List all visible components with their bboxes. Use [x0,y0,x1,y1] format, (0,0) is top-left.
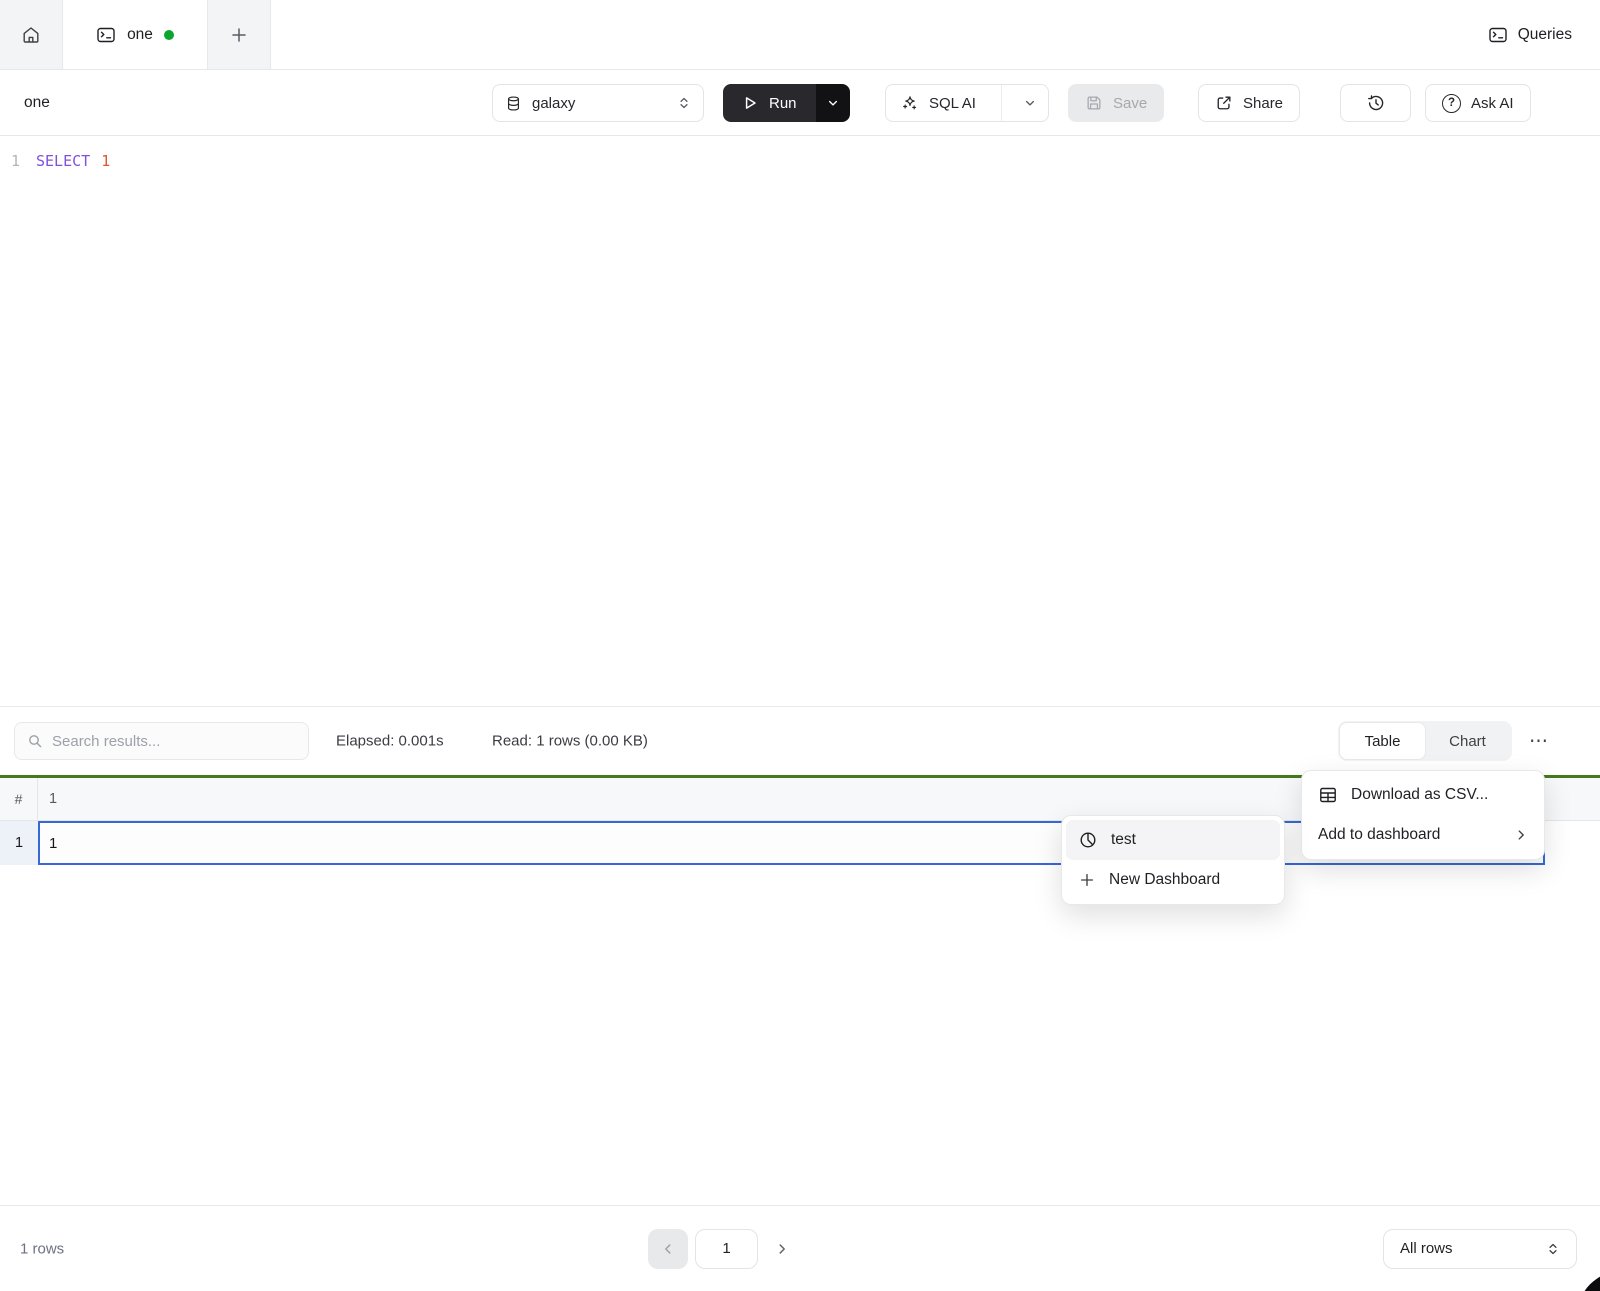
sql-ai-button[interactable]: SQL AI [886,85,991,121]
current-page-button[interactable]: 1 [695,1229,758,1269]
floppy-disk-icon [1085,94,1103,112]
share-button[interactable]: Share [1198,84,1300,122]
chevron-down-icon [827,97,839,109]
terminal-icon [96,25,116,45]
chevron-left-icon [661,1242,675,1256]
menu-item-add-to-dashboard[interactable]: Add to dashboard [1306,815,1540,855]
search-results-input[interactable] [52,733,282,750]
row-index-cell[interactable]: 1 [0,821,38,865]
run-button[interactable]: Run [723,84,816,122]
tab-bar: one Queries [0,0,1600,70]
tab-label: one [127,26,153,44]
home-icon [21,25,41,45]
database-icon [505,95,522,112]
add-to-dashboard-submenu: test New Dashboard [1061,815,1285,905]
pagination: 1 [648,1229,799,1269]
new-tab-button[interactable] [208,0,271,69]
search-icon [27,733,43,749]
sql-ai-options-button[interactable] [1012,85,1048,121]
results-footer: 1 rows 1 All rows [0,1205,1600,1291]
next-page-button[interactable] [765,1229,799,1269]
page-size-value: All rows [1400,1240,1453,1257]
ask-ai-label: Ask AI [1471,95,1514,112]
results-toolbar: Elapsed: 0.001s Read: 1 rows (0.00 KB) T… [0,706,1600,775]
editor-line: 1 SELECT1 [0,150,1600,172]
sql-editor[interactable]: 1 SELECT1 [0,136,1600,706]
sparkles-icon [901,94,919,112]
read-stat: Read: 1 rows (0.00 KB) [492,733,648,750]
elapsed-stat: Elapsed: 0.001s [336,733,444,750]
plus-icon [229,25,249,45]
database-name: galaxy [532,95,667,112]
query-title: one [24,94,50,112]
play-icon [742,95,758,111]
database-select[interactable]: galaxy [492,84,704,122]
button-divider [1001,85,1002,121]
search-results-box [14,722,309,760]
line-number: 1 [0,150,36,172]
view-toggle: Table Chart [1338,721,1512,761]
menu-item-label: Add to dashboard [1318,826,1440,844]
results-context-menu: Download as CSV... Add to dashboard [1301,770,1545,860]
menu-item-download-csv[interactable]: Download as CSV... [1306,775,1540,815]
share-label: Share [1243,95,1283,112]
pie-chart-icon [1078,830,1098,850]
chevron-right-icon [775,1242,789,1256]
sql-ai-label: SQL AI [929,95,976,112]
ask-ai-button[interactable]: ? Ask AI [1425,84,1531,122]
sql-keyword: SELECT [36,152,90,170]
terminal-icon [1488,25,1508,45]
more-options-button[interactable]: ⋯ [1522,724,1556,758]
submenu-item-test-dashboard[interactable]: test [1066,820,1280,860]
submenu-item-label: test [1111,831,1136,849]
queries-label: Queries [1518,26,1572,44]
queries-button[interactable]: Queries [1488,25,1572,45]
code-text: SELECT 1 [36,150,110,172]
tab-one[interactable]: one [63,0,208,69]
table-view-tab[interactable]: Table [1340,723,1425,759]
chevron-up-down-icon [1546,1242,1560,1256]
sql-literal: 1 [101,152,110,170]
chevron-up-down-icon [677,96,691,110]
run-label: Run [769,95,797,112]
external-link-icon [1215,94,1233,112]
history-button[interactable] [1340,84,1411,122]
sql-ai-button-group: SQL AI [885,84,1049,122]
chart-view-tab[interactable]: Chart [1425,723,1510,759]
run-options-button[interactable] [816,84,850,122]
home-tab-button[interactable] [0,0,63,69]
plus-icon [1078,871,1096,889]
previous-page-button[interactable] [648,1229,688,1269]
query-toolbar: one galaxy Run [0,70,1600,136]
unsaved-status-dot [164,30,174,40]
row-index-column-header: # [0,778,38,820]
save-button[interactable]: Save [1068,84,1164,122]
menu-item-label: Download as CSV... [1351,786,1488,804]
chevron-down-icon [1024,97,1036,109]
sql-console-window: one Queries one galaxy [0,0,1600,1291]
submenu-item-new-dashboard[interactable]: New Dashboard [1066,860,1280,900]
table-grid-icon [1318,785,1338,805]
history-icon [1366,93,1386,113]
chevron-right-icon [1514,828,1528,842]
rows-count-label: 1 rows [20,1240,64,1257]
save-label: Save [1113,95,1147,112]
help-circle-icon: ? [1442,94,1461,113]
submenu-item-label: New Dashboard [1109,871,1220,889]
page-size-select[interactable]: All rows [1383,1229,1577,1269]
run-button-group: Run [723,84,850,122]
